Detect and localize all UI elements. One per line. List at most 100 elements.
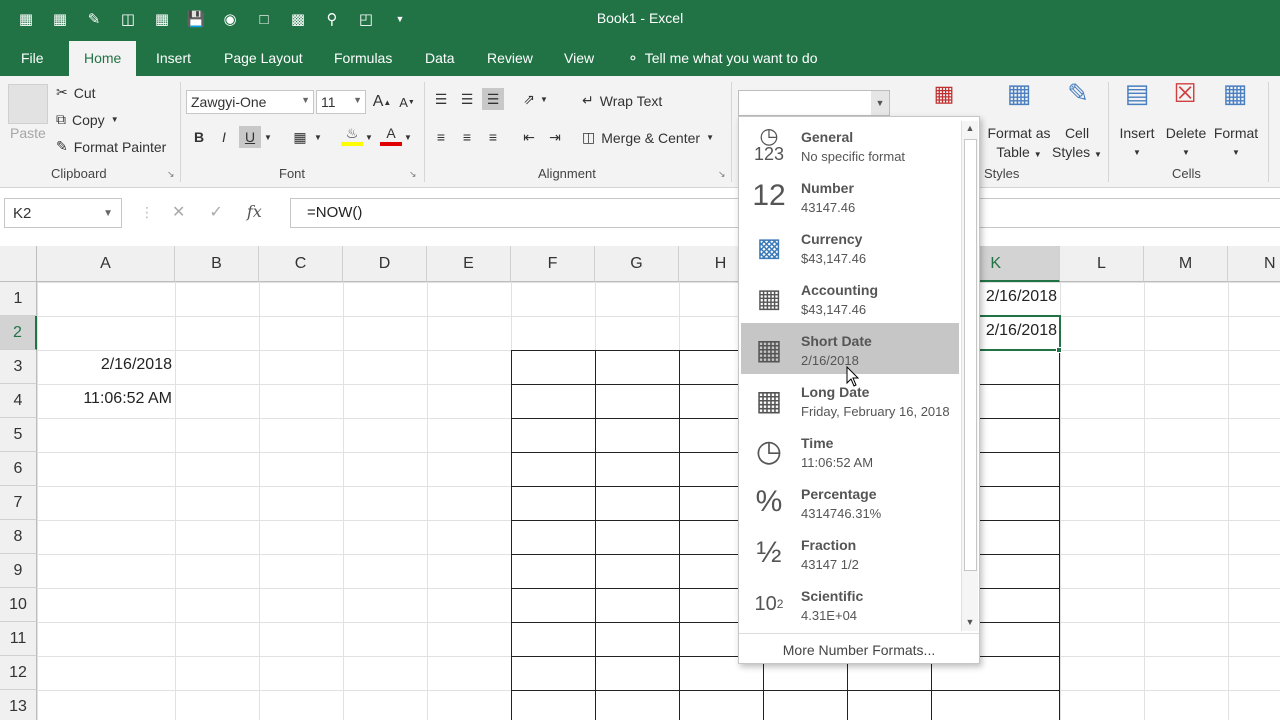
- tell-me-search[interactable]: ⚬ Tell me what you want to do: [627, 50, 818, 67]
- row-header-7[interactable]: 7: [0, 486, 37, 520]
- worksheet-grid[interactable]: A B C D E F G H K L M N 1 2 3 4 5 6 7 8 …: [0, 246, 1280, 720]
- underline-button[interactable]: U: [239, 126, 261, 148]
- font-color-icon[interactable]: A: [380, 124, 402, 146]
- dialog-launcher-icon[interactable]: ↘: [718, 169, 726, 180]
- align-top-icon[interactable]: ☰: [430, 88, 452, 110]
- align-middle-icon[interactable]: ☰: [456, 88, 478, 110]
- row-header-1[interactable]: 1: [0, 282, 37, 316]
- paste-button[interactable]: Paste: [10, 124, 46, 143]
- column-header-a[interactable]: A: [37, 246, 175, 282]
- format-painter-button[interactable]: ✎ Format Painter: [56, 138, 166, 155]
- italic-button[interactable]: I: [213, 126, 235, 148]
- select-all-button[interactable]: [0, 246, 37, 282]
- fill-color-icon[interactable]: ♨: [341, 124, 363, 146]
- align-center-icon[interactable]: ≡: [456, 126, 478, 148]
- cell-area[interactable]: [37, 282, 1280, 720]
- row-header-11[interactable]: 11: [0, 622, 37, 656]
- font-size-box[interactable]: 11 ▼: [316, 90, 366, 114]
- dialog-launcher-icon[interactable]: ↘: [167, 169, 175, 180]
- delete-cells-button[interactable]: Delete ▼: [1160, 124, 1212, 162]
- column-header-f[interactable]: F: [511, 246, 595, 282]
- tab-data[interactable]: Data: [425, 50, 455, 66]
- grow-font-button[interactable]: A ▲: [371, 91, 393, 113]
- delete-cells-icon[interactable]: ☒: [1168, 80, 1202, 118]
- column-header-n[interactable]: N: [1228, 246, 1280, 282]
- cell-a3[interactable]: 2/16/2018: [40, 356, 172, 374]
- insert-cells-button[interactable]: Insert ▼: [1112, 124, 1162, 162]
- bold-button[interactable]: B: [188, 126, 210, 148]
- format-option-currency[interactable]: ▩ Currency $43,147.46: [741, 221, 959, 272]
- row-header-3[interactable]: 3: [0, 350, 37, 384]
- orientation-icon[interactable]: ⇗: [518, 88, 540, 110]
- row-header-4[interactable]: 4: [0, 384, 37, 418]
- format-option-time[interactable]: ◷ Time 11:06:52 AM: [741, 425, 959, 476]
- column-header-l[interactable]: L: [1060, 246, 1144, 282]
- format-as-table-button[interactable]: Format as Table ▼: [984, 124, 1054, 164]
- borders-icon[interactable]: ▦: [289, 126, 311, 148]
- row-header-13[interactable]: 13: [0, 690, 37, 720]
- tab-insert[interactable]: Insert: [156, 50, 191, 66]
- row-header-10[interactable]: 10: [0, 588, 37, 622]
- column-header-e[interactable]: E: [427, 246, 511, 282]
- tab-file[interactable]: File: [21, 50, 44, 66]
- align-right-icon[interactable]: ≡: [482, 126, 504, 148]
- tab-view[interactable]: View: [564, 50, 594, 66]
- row-header-5[interactable]: 5: [0, 418, 37, 452]
- cut-button[interactable]: ✂ Cut: [56, 84, 96, 101]
- column-header-g[interactable]: G: [595, 246, 679, 282]
- cell-a4[interactable]: 11:06:52 AM: [40, 390, 172, 408]
- cell-styles-icon[interactable]: ✎: [1060, 80, 1096, 118]
- tab-page-layout[interactable]: Page Layout: [224, 50, 303, 66]
- scroll-thumb[interactable]: [964, 139, 977, 571]
- copy-button[interactable]: ⧉ Copy ▼: [56, 111, 119, 128]
- drag-handle-icon[interactable]: ⋮: [140, 204, 154, 221]
- column-header-d[interactable]: D: [343, 246, 427, 282]
- fill-handle[interactable]: [1056, 347, 1062, 353]
- row-header-12[interactable]: 12: [0, 656, 37, 690]
- chevron-down-icon[interactable]: ▼: [871, 91, 889, 115]
- insert-cells-icon[interactable]: ▤: [1120, 80, 1154, 118]
- shrink-font-button[interactable]: A ▼: [396, 91, 418, 113]
- row-header-6[interactable]: 6: [0, 452, 37, 486]
- more-number-formats-link[interactable]: More Number Formats...: [739, 633, 979, 663]
- row-header-8[interactable]: 8: [0, 520, 37, 554]
- align-bottom-icon[interactable]: ☰: [482, 88, 504, 110]
- align-left-icon[interactable]: ≡: [430, 126, 452, 148]
- row-header-2[interactable]: 2: [0, 316, 37, 350]
- chevron-down-icon[interactable]: ▼: [401, 126, 415, 148]
- wrap-text-button[interactable]: ↵ Wrap Text: [582, 92, 662, 109]
- format-cells-icon[interactable]: ▦: [1218, 80, 1252, 118]
- font-name-box[interactable]: Zawgyi-One ▼: [186, 90, 314, 114]
- format-cells-button[interactable]: Format ▼: [1210, 124, 1262, 162]
- insert-function-icon[interactable]: fx: [247, 202, 262, 222]
- tab-review[interactable]: Review: [487, 50, 533, 66]
- format-option-general[interactable]: ◷ 123 General No specific format: [741, 119, 959, 170]
- name-box[interactable]: K2 ▼: [4, 198, 122, 228]
- column-header-m[interactable]: M: [1144, 246, 1228, 282]
- format-option-accounting[interactable]: ▦ Accounting $43,147.46: [741, 272, 959, 323]
- format-option-fraction[interactable]: ½ Fraction 43147 1/2: [741, 527, 959, 578]
- enter-icon[interactable]: ✓: [209, 202, 222, 222]
- number-format-combobox[interactable]: ▼: [738, 90, 890, 116]
- format-option-scientific[interactable]: 10 2 Scientific 4.31E+04: [741, 578, 959, 629]
- row-header-9[interactable]: 9: [0, 554, 37, 588]
- scroll-down-icon[interactable]: ▼: [962, 617, 978, 631]
- dialog-launcher-icon[interactable]: ↘: [409, 169, 417, 180]
- increase-indent-icon[interactable]: ⇥: [544, 126, 566, 148]
- tab-formulas[interactable]: Formulas: [334, 50, 392, 66]
- merge-center-button[interactable]: ◫ Merge & Center ▼: [582, 129, 714, 146]
- chevron-down-icon[interactable]: ▼: [311, 126, 325, 148]
- tab-home[interactable]: Home: [69, 41, 137, 76]
- conditional-formatting-icon[interactable]: ▦: [926, 83, 962, 118]
- format-option-percentage[interactable]: % Percentage 4314746.31%: [741, 476, 959, 527]
- decrease-indent-icon[interactable]: ⇤: [518, 126, 540, 148]
- format-as-table-icon[interactable]: ▦: [1001, 80, 1037, 118]
- cell-styles-button[interactable]: Cell Styles ▼: [1052, 124, 1102, 164]
- chevron-down-icon[interactable]: ▼: [538, 88, 550, 110]
- cancel-icon[interactable]: ✕: [172, 202, 185, 222]
- dropdown-scrollbar[interactable]: ▲ ▼: [961, 121, 978, 631]
- scroll-up-icon[interactable]: ▲: [962, 123, 978, 137]
- format-option-number[interactable]: 12 Number 43147.46: [741, 170, 959, 221]
- column-header-b[interactable]: B: [175, 246, 259, 282]
- column-header-c[interactable]: C: [259, 246, 343, 282]
